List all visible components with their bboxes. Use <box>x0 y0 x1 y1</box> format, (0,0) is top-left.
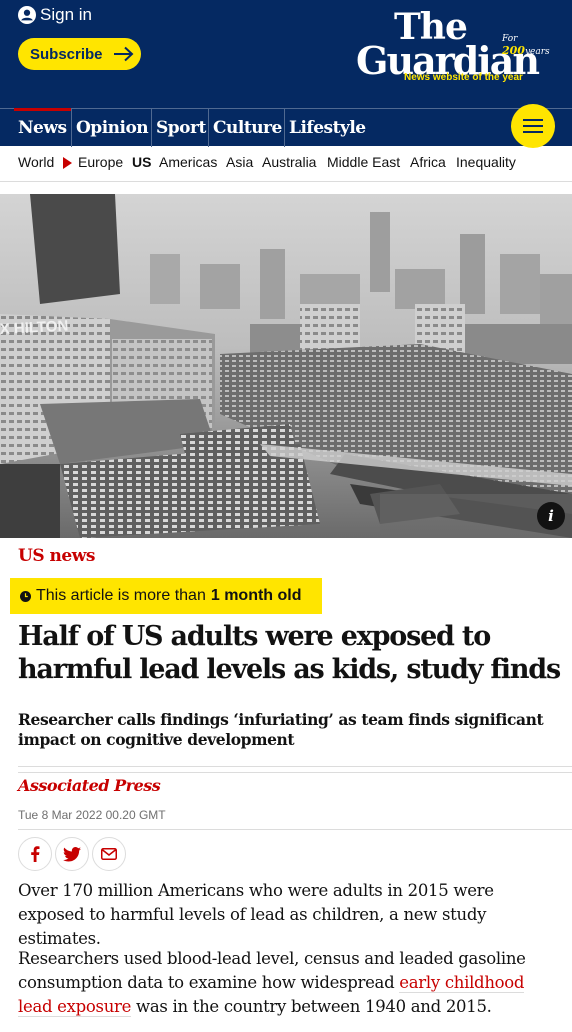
email-icon <box>101 848 117 860</box>
smoggy-city-photo: X HILTON <box>0 194 572 538</box>
subnav-americas[interactable]: Americas <box>159 154 217 170</box>
publish-date[interactable]: Tue 8 Mar 2022 00.20 GMT <box>18 808 166 822</box>
sign-in-link[interactable]: Sign in <box>18 5 92 25</box>
subscribe-label: Subscribe <box>30 45 103 63</box>
subnav-middle-east[interactable]: Middle East <box>327 154 400 170</box>
article-age-warning: This article is more than 1 month old <box>10 578 322 614</box>
share-facebook-button[interactable] <box>18 837 52 871</box>
hilton-sign: X HILTON <box>0 317 69 338</box>
guardian-logo[interactable]: The Guardian For 200years News website o… <box>356 6 552 86</box>
sub-nav: World Europe US Americas Asia Australia … <box>0 146 572 182</box>
pillar-culture[interactable]: Culture <box>208 109 284 147</box>
menu-icon-bar <box>523 125 543 127</box>
menu-icon-bar <box>523 119 543 121</box>
masthead: Sign in Subscribe The Guardian For 200ye… <box>0 0 572 108</box>
twitter-icon <box>63 846 81 862</box>
share-twitter-button[interactable] <box>55 837 89 871</box>
share-email-button[interactable] <box>92 837 126 871</box>
pillar-lifestyle[interactable]: Lifestyle <box>284 109 368 147</box>
hero-image: X HILTON <box>0 194 572 538</box>
image-info-button[interactable]: i <box>537 502 565 530</box>
logo-200-years: For 200years <box>502 34 550 57</box>
pillar-sport[interactable]: Sport <box>151 109 208 147</box>
age-value: 1 month old <box>210 587 302 604</box>
triangle-right-icon <box>63 157 72 169</box>
subnav-africa[interactable]: Africa <box>410 154 446 170</box>
divider <box>18 766 572 767</box>
standfirst: Researcher calls findings ‘infuriating’ … <box>18 710 544 749</box>
facebook-icon <box>31 846 40 862</box>
pillar-nav: News Opinion Sport Culture Lifestyle <box>0 108 572 147</box>
body-paragraph: Researchers used blood-lead level, censu… <box>18 949 526 1017</box>
divider <box>18 829 572 830</box>
body-paragraph: Over 170 million Americans who were adul… <box>18 881 494 948</box>
subscribe-button[interactable]: Subscribe <box>18 38 141 70</box>
section-kicker[interactable]: US news <box>18 546 95 566</box>
subnav-us[interactable]: US <box>132 154 151 170</box>
subnav-europe[interactable]: Europe <box>78 154 123 170</box>
logo-tagline: News website of the year <box>404 72 523 83</box>
pillar-news[interactable]: News <box>14 108 71 147</box>
headline: Half of US adults were exposed to harmfu… <box>18 621 561 685</box>
menu-button[interactable] <box>511 104 555 148</box>
divider <box>18 772 572 773</box>
pillar-opinion[interactable]: Opinion <box>71 109 151 147</box>
user-icon <box>18 6 36 24</box>
age-prefix: This article is more than <box>36 587 206 604</box>
subnav-world[interactable]: World <box>18 154 54 170</box>
arrow-right-icon <box>113 46 134 62</box>
subnav-australia[interactable]: Australia <box>262 154 316 170</box>
menu-icon-bar <box>523 131 543 133</box>
subnav-asia[interactable]: Asia <box>226 154 253 170</box>
sign-in-label: Sign in <box>40 5 92 24</box>
byline[interactable]: Associated Press <box>18 776 161 795</box>
clock-icon <box>20 590 31 602</box>
subnav-inequality[interactable]: Inequality <box>456 154 516 170</box>
